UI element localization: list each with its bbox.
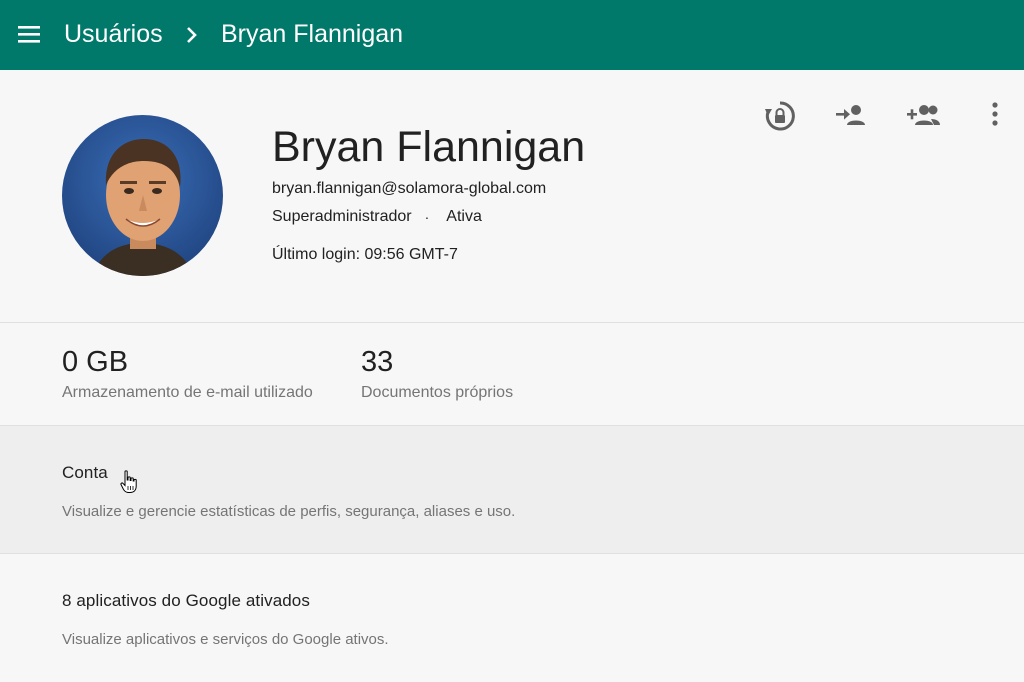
- top-app-bar: Usuários Bryan Flannigan: [0, 0, 1024, 70]
- usage-stats: 0 GB Armazenamento de e-mail utilizado 3…: [0, 323, 1024, 426]
- breadcrumb-current-user: Bryan Flannigan: [221, 20, 404, 48]
- user-status: Ativa: [446, 208, 482, 225]
- owned-docs-label: Documentos próprios: [361, 384, 514, 401]
- hamburger-menu-icon[interactable]: [18, 24, 40, 44]
- account-card-title: Conta: [62, 463, 108, 482]
- mail-storage-label: Armazenamento de e-mail utilizado: [62, 384, 313, 401]
- more-options-icon[interactable]: [990, 102, 1000, 126]
- mail-storage-value: 0 GB: [62, 346, 129, 378]
- user-role: Superadministrador: [272, 208, 412, 225]
- reset-password-icon[interactable]: [764, 100, 796, 132]
- chevron-right-icon: [187, 27, 197, 43]
- account-card-description: Visualize e gerencie estatísticas de per…: [62, 503, 516, 520]
- separator-dot: ·: [424, 209, 430, 225]
- user-full-name: Bryan Flannigan: [272, 123, 586, 171]
- google-apps-card[interactable]: 8 aplicativos do Google ativados Visuali…: [0, 554, 1024, 682]
- account-card[interactable]: Conta Visualize e gerencie estatísticas …: [0, 426, 1024, 554]
- google-apps-card-title: 8 aplicativos do Google ativados: [62, 591, 310, 610]
- google-apps-card-description: Visualize aplicativos e serviços do Goog…: [62, 631, 389, 648]
- owned-docs-value: 33: [361, 346, 394, 378]
- last-login: Último login: 09:56 GMT-7: [272, 246, 458, 263]
- avatar: [62, 115, 223, 276]
- add-to-groups-icon[interactable]: [906, 103, 940, 127]
- add-to-group-icon[interactable]: [835, 103, 865, 127]
- user-profile-header: Bryan Flannigan bryan.flannigan@solamora…: [0, 70, 1024, 323]
- breadcrumb-users-link[interactable]: Usuários: [64, 18, 163, 50]
- role-status-line: Superadministrador · Ativa: [272, 206, 482, 228]
- user-email: bryan.flannigan@solamora-global.com: [272, 180, 547, 197]
